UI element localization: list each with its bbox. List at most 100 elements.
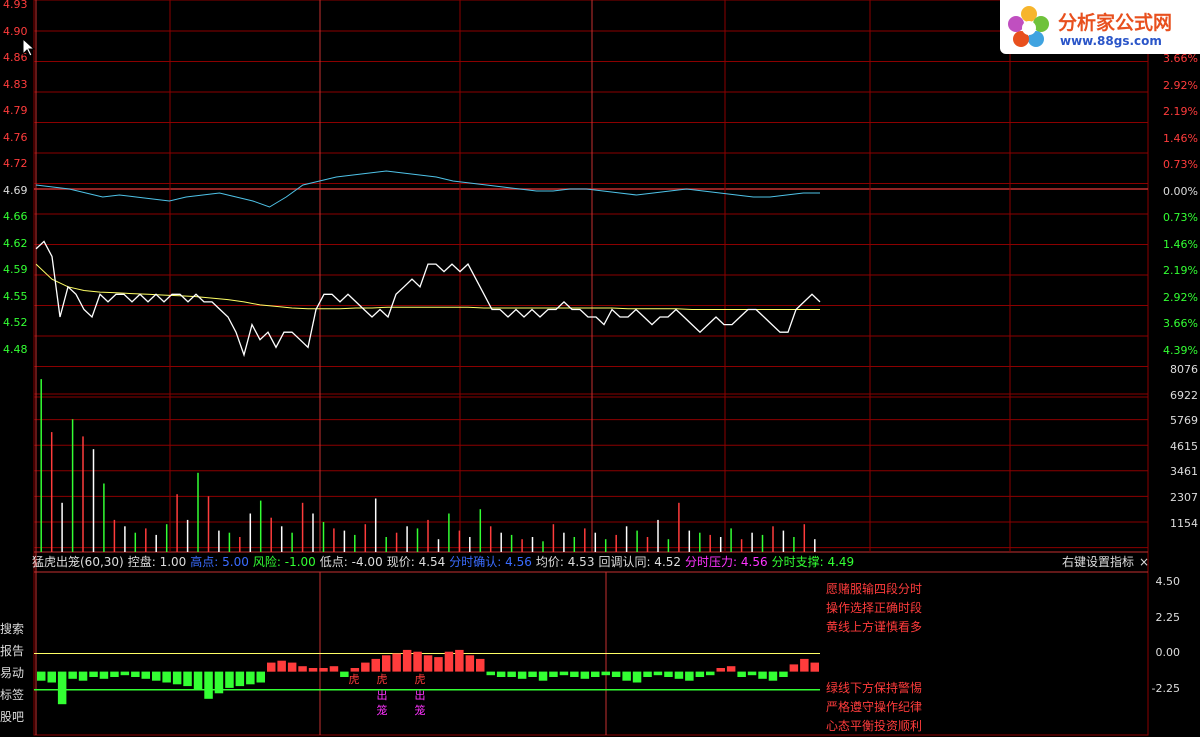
indicator-bar xyxy=(371,658,380,672)
indicator-bar xyxy=(78,671,88,681)
note-line: 操作选择正确时段 xyxy=(826,601,923,615)
chart-grid xyxy=(33,0,1149,736)
info-item: 高点: 5.00 xyxy=(190,555,249,569)
signal-label: 笼 xyxy=(376,704,388,717)
indicator-bar xyxy=(779,671,788,677)
price-tick-label: 4.52 xyxy=(3,316,28,329)
price-tick-label: 4.79 xyxy=(3,104,28,117)
indicator-bar xyxy=(172,671,182,685)
indicator-info-bar: 猛虎出笼(60,30) 控盘: 1.00 高点: 5.00 风险: -1.00 低点: … xyxy=(32,553,858,571)
indicator-bar xyxy=(632,671,642,683)
volume-tick-label: 5769 xyxy=(1170,414,1198,428)
close-icon[interactable]: × xyxy=(1139,553,1149,571)
info-item: 低点: -4.00 xyxy=(319,555,383,569)
indicator-bar xyxy=(402,649,412,672)
indicator-bar xyxy=(382,655,391,672)
indicator-bar xyxy=(706,671,715,676)
note-line: 严格遵守操作纪律 xyxy=(826,700,923,714)
signal-label: 笼 xyxy=(414,704,426,717)
indicator-bar xyxy=(162,671,171,683)
indicator-bar xyxy=(622,671,631,681)
indicator-bar xyxy=(193,671,203,690)
avg-price-line xyxy=(35,263,820,310)
price-tick-label: 4.93 xyxy=(3,0,28,11)
indicator-bar xyxy=(726,666,736,672)
indicator-bar xyxy=(507,671,516,677)
price-tick-label: 4.90 xyxy=(3,24,28,38)
info-item: 回调认同: 4.52 xyxy=(598,555,682,569)
volume-tick-label: 4615 xyxy=(1170,439,1198,453)
info-item: 分时压力: 4.56 xyxy=(685,555,768,569)
mouse-cursor-icon xyxy=(22,38,36,57)
volume-tick-label: 8076 xyxy=(1170,363,1198,376)
percent-tick-label: 3.66% xyxy=(1163,317,1198,330)
note-line: 绿线下方保持警惕 xyxy=(826,681,923,695)
indicator-bar xyxy=(57,671,67,705)
indicator-bar xyxy=(287,662,297,672)
indicator-bar xyxy=(214,671,224,694)
indicator-bar xyxy=(737,671,746,677)
percent-tick-label: 3.66% xyxy=(1163,52,1198,65)
indicator-bar xyxy=(246,671,255,685)
volume-tick-label: 3461 xyxy=(1170,465,1198,479)
side-menu-item[interactable]: 搜索 xyxy=(0,620,30,638)
signal-label: 虎 xyxy=(348,673,360,686)
indicator-bar xyxy=(120,671,130,676)
percent-tick-label: 2.92% xyxy=(1163,290,1198,304)
side-menu-item[interactable]: 易动 xyxy=(0,664,30,682)
price-tick-label: 4.76 xyxy=(3,130,28,144)
indicator-bar xyxy=(392,653,401,672)
indicator-bar xyxy=(716,668,725,672)
indicator-tick-label: 2.25 xyxy=(1155,610,1181,624)
indicator-tick-label: -2.25 xyxy=(1151,681,1180,695)
signal-label: 虎 xyxy=(376,673,388,686)
signal-label: 出 xyxy=(376,689,388,702)
price-tick-label: 4.55 xyxy=(3,289,28,303)
price-tick-label: 4.48 xyxy=(3,342,28,356)
side-menu-item[interactable]: 股吧 xyxy=(0,708,30,726)
percent-tick-label: 0.73% xyxy=(1163,211,1198,224)
indicator-bar xyxy=(601,671,610,676)
indicator-bar xyxy=(141,671,150,679)
avg-series xyxy=(35,263,820,310)
indicator-bar xyxy=(591,671,600,677)
indicator-bar xyxy=(225,671,234,688)
side-menu-item[interactable]: 标签 xyxy=(0,686,30,704)
indicator-bar xyxy=(800,658,809,672)
indicator-bar xyxy=(267,662,276,672)
indicator-bar xyxy=(413,651,422,672)
indicator-bar xyxy=(570,671,579,677)
percent-tick-label: 4.39% xyxy=(1163,343,1198,357)
indicator-bar xyxy=(768,671,778,681)
indicator-bar xyxy=(580,671,590,679)
settings-button[interactable]: 右键设置指标 xyxy=(1062,553,1134,571)
chart-border xyxy=(33,0,1149,736)
signal-label: 虎 xyxy=(414,673,426,686)
price-tick-label: 4.69 xyxy=(3,183,28,197)
indicator-bar xyxy=(131,671,140,677)
indicator-bar xyxy=(298,666,307,672)
info-item: 风险: -1.00 xyxy=(252,555,316,569)
indicator-bar xyxy=(653,671,663,676)
percent-tick-label: 2.19% xyxy=(1163,105,1198,118)
side-menu-item[interactable]: 报告 xyxy=(0,642,30,660)
logo-url: www.88gs.com xyxy=(1060,34,1162,48)
chart-canvas[interactable] xyxy=(0,0,1200,737)
indicator-bar xyxy=(89,671,98,677)
indicator-bar xyxy=(517,671,527,679)
percent-tick-label: 1.46% xyxy=(1163,237,1198,251)
price-tick-label: 4.72 xyxy=(3,157,28,170)
indicator-bar xyxy=(152,671,161,681)
volume-tick-label: 2307 xyxy=(1170,491,1198,504)
indicator-bar xyxy=(810,662,819,672)
indicator-bar xyxy=(496,671,506,677)
info-item: 分时确认: 4.56 xyxy=(449,555,532,569)
indicator-bar xyxy=(277,660,286,672)
indicator-bar xyxy=(549,671,558,677)
indicator-bar xyxy=(444,651,454,672)
indicator-bar xyxy=(486,671,495,676)
indicator-bar xyxy=(99,671,109,679)
volume-bars xyxy=(40,379,816,552)
indicator-bars xyxy=(34,649,820,705)
indicator-bar xyxy=(319,668,328,672)
